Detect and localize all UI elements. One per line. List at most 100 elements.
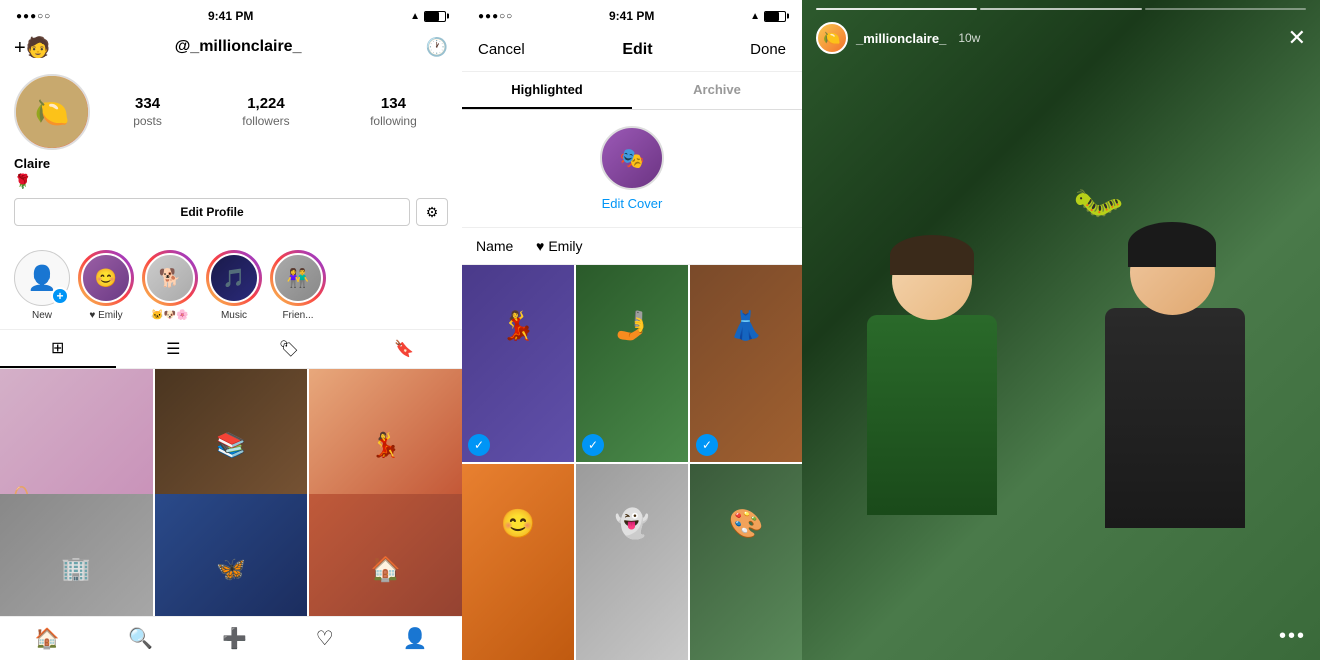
story-top-bar: 🍋 _millionclaire_ 10w ✕ xyxy=(802,10,1320,62)
photos-grid-edit: 💃 ✓ 🤳 ✓ 👗 ✓ 😊 👻 🎨 xyxy=(462,265,802,660)
search-nav[interactable]: 🔍 xyxy=(118,622,163,655)
left-phone: ●●●○○ 9:41 PM ▲ +🧑 @_millionclaire_ 🕐 🍋 … xyxy=(0,0,462,660)
cover-emoji: 🎭 xyxy=(620,146,645,171)
check-overlay-2: ✓ xyxy=(582,434,604,456)
person-icon: 🏷 xyxy=(279,339,299,359)
add-user-icon[interactable]: +🧑 xyxy=(14,35,51,60)
grid-photo-5[interactable]: 🦋 xyxy=(155,494,308,617)
avatar[interactable]: 🍋 xyxy=(14,74,90,150)
story-animals[interactable]: 🐕 🐱🐶🌸 xyxy=(142,250,198,321)
status-bar-left: ●●●○○ 9:41 PM ▲ xyxy=(0,0,462,28)
story-progress-bar xyxy=(802,0,1320,10)
cover-circle[interactable]: 🎭 xyxy=(600,126,664,190)
edit-profile-button[interactable]: Edit Profile xyxy=(14,198,410,226)
story-username: _millionclaire_ xyxy=(856,31,946,46)
story-new[interactable]: 👤 + New xyxy=(14,250,70,321)
grid-photo-4[interactable]: 🏢 xyxy=(0,494,153,617)
grid-photo-6[interactable]: 🏠 xyxy=(309,494,462,617)
profile-stats: 334 posts 1,224 followers 134 following xyxy=(102,95,448,130)
edit-photo-1[interactable]: 💃 ✓ xyxy=(462,265,574,462)
avatar-image: 🍋 xyxy=(16,76,88,148)
followers-label: followers xyxy=(242,114,289,128)
list-tab[interactable]: ☰ xyxy=(116,330,232,368)
add-nav[interactable]: ➕ xyxy=(212,622,257,655)
content-tab-bar: ⊞ ☰ 🏷 🔖 xyxy=(0,329,462,369)
story-bottom-bar: ••• xyxy=(802,613,1320,660)
profile-nav[interactable]: 👤 xyxy=(393,622,438,655)
wifi-icon-mid: ▲ xyxy=(750,11,760,22)
story-inner-emily: 😊 xyxy=(81,253,131,303)
story-music[interactable]: 🎵 Music xyxy=(206,250,262,321)
tagged-tab[interactable]: 🏷 xyxy=(231,330,347,368)
story-label-music: Music xyxy=(221,310,247,321)
story-label-emily: ♥ Emily xyxy=(89,310,122,321)
done-button[interactable]: Done xyxy=(750,41,786,58)
story-inner-animals: 🐕 xyxy=(145,253,195,303)
likes-nav[interactable]: ♡ xyxy=(306,622,344,655)
time-left: 9:41 PM xyxy=(208,9,253,23)
edit-title: Edit xyxy=(622,41,652,59)
highlight-name-value[interactable]: Emily xyxy=(548,238,582,254)
signal-dots-mid: ●●●○○ xyxy=(478,11,513,22)
nav-actions: 🕐 xyxy=(426,37,448,58)
story-content-overlay: 🍋 _millionclaire_ 10w ✕ ••• xyxy=(802,0,1320,660)
story-circle-animals: 🐕 xyxy=(142,250,198,306)
battery-icon xyxy=(424,11,446,22)
status-icons-mid: ▲ xyxy=(750,11,786,22)
edit-photo-2[interactable]: 🤳 ✓ xyxy=(576,265,688,462)
following-count: 134 xyxy=(370,95,417,112)
name-field-label: Name xyxy=(476,238,536,254)
edit-photo-4[interactable]: 😊 xyxy=(462,464,574,660)
edit-header: Cancel Edit Done xyxy=(462,28,802,72)
story-friends[interactable]: 👫 Frien... xyxy=(270,250,326,321)
story-circle-emily: 😊 xyxy=(78,250,134,306)
profile-section: 🍋 334 posts 1,224 followers 134 followin… xyxy=(0,66,462,242)
list-icon: ☰ xyxy=(166,339,180,359)
posts-stat: 334 posts xyxy=(133,95,162,130)
story-inner-friends: 👫 xyxy=(273,253,323,303)
settings-button[interactable]: ⚙ xyxy=(416,198,448,226)
edit-cover-section: 🎭 Edit Cover xyxy=(462,110,802,227)
photo-grid: 👜 📚 💃 🏢 🦋 🏠 xyxy=(0,369,462,616)
following-stat: 134 following xyxy=(370,95,417,130)
check-overlay-3: ✓ xyxy=(696,434,718,456)
story-user-info: 🍋 _millionclaire_ 10w xyxy=(816,22,980,54)
time-mid: 9:41 PM xyxy=(609,9,654,23)
profile-buttons: Edit Profile ⚙ xyxy=(14,198,448,226)
history-icon[interactable]: 🕐 xyxy=(426,37,448,58)
check-overlay-1: ✓ xyxy=(468,434,490,456)
tab-highlighted[interactable]: Highlighted xyxy=(462,72,632,109)
story-more-button[interactable]: ••• xyxy=(1279,625,1306,648)
edit-photo-3[interactable]: 👗 ✓ xyxy=(690,265,802,462)
followers-count: 1,224 xyxy=(242,95,289,112)
grid-tab[interactable]: ⊞ xyxy=(0,330,116,368)
stories-row: 👤 + New 😊 ♥ Emily 🐕 🐱🐶🌸 🎵 Music � xyxy=(0,242,462,329)
posts-count: 334 xyxy=(133,95,162,112)
profile-username: @_millionclaire_ xyxy=(175,38,302,56)
grid-icon: ⊞ xyxy=(51,338,64,358)
add-story-icon: + xyxy=(51,287,69,305)
profile-bio-emoji: 🌹 xyxy=(14,173,448,190)
edit-photo-6[interactable]: 🎨 xyxy=(690,464,802,660)
tab-archive[interactable]: Archive xyxy=(632,72,802,109)
middle-phone: ●●●○○ 9:41 PM ▲ Cancel Edit Done Highlig… xyxy=(462,0,802,660)
followers-stat: 1,224 followers xyxy=(242,95,289,130)
edit-photo-5[interactable]: 👻 xyxy=(576,464,688,660)
edit-cover-label[interactable]: Edit Cover xyxy=(602,196,663,211)
nav-bar-left: +🧑 @_millionclaire_ 🕐 xyxy=(0,28,462,66)
close-story-button[interactable]: ✕ xyxy=(1288,25,1306,51)
home-nav[interactable]: 🏠 xyxy=(24,622,69,655)
story-emily[interactable]: 😊 ♥ Emily xyxy=(78,250,134,321)
highlight-tab-nav: Highlighted Archive xyxy=(462,72,802,110)
status-icons-left: ▲ xyxy=(410,11,446,22)
cancel-button[interactable]: Cancel xyxy=(478,41,525,58)
story-time: 10w xyxy=(958,31,980,45)
saved-tab[interactable]: 🔖 xyxy=(347,330,463,368)
story-user-avatar: 🍋 xyxy=(816,22,848,54)
story-inner-music: 🎵 xyxy=(209,253,259,303)
story-circle-friends: 👫 xyxy=(270,250,326,306)
bookmark-icon: 🔖 xyxy=(394,339,414,359)
posts-label: posts xyxy=(133,114,162,128)
heart-icon: ♥ xyxy=(536,238,544,254)
profile-display-name: Claire xyxy=(14,156,448,171)
